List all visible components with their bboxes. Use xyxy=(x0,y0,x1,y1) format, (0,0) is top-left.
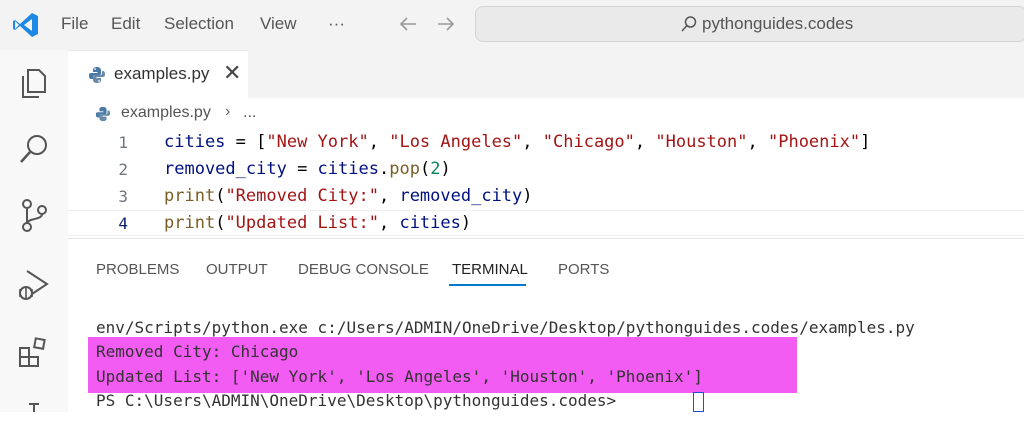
code-text: removed_city = cities.pop(2) xyxy=(164,159,451,179)
tab-problems[interactable]: PROBLEMS xyxy=(96,261,179,278)
vscode-logo-icon xyxy=(13,13,38,37)
terminal-command-line: env/Scripts/python.exe c:/Users/ADMIN/On… xyxy=(96,318,915,337)
menu-edit[interactable]: Edit xyxy=(111,14,140,34)
tab-examples-py[interactable]: examples.py ✕ xyxy=(68,50,248,99)
terminal-prompt: PS C:\Users\ADMIN\OneDrive\Desktop\pytho… xyxy=(96,391,626,410)
run-debug-icon[interactable] xyxy=(15,266,53,304)
menu-file[interactable]: File xyxy=(61,14,88,34)
breadcrumb-file[interactable]: examples.py xyxy=(121,104,211,122)
search-icon xyxy=(681,16,697,32)
activity-bar xyxy=(0,50,68,412)
code-line[interactable]: 1 cities = ["New York", "Los Angeles", "… xyxy=(68,130,1024,156)
command-center-search[interactable]: pythonguides.codes xyxy=(475,6,1024,42)
forward-arrow-icon[interactable] xyxy=(436,15,456,33)
line-number: 3 xyxy=(118,187,128,206)
chevron-right-icon: › xyxy=(225,103,231,120)
python-file-icon xyxy=(95,106,111,122)
line-number: 1 xyxy=(118,133,128,152)
terminal-output-line: Removed City: Chicago xyxy=(96,342,299,361)
breadcrumb-more[interactable]: ... xyxy=(243,104,256,122)
terminal-cursor[interactable] xyxy=(693,392,704,412)
close-icon[interactable]: ✕ xyxy=(223,60,241,86)
menu-view[interactable]: View xyxy=(260,14,297,34)
testing-icon[interactable] xyxy=(15,400,53,438)
back-arrow-icon[interactable] xyxy=(398,15,418,33)
line-number: 4 xyxy=(118,214,128,233)
search-view-icon[interactable] xyxy=(15,130,53,168)
active-tab-indicator xyxy=(449,284,526,286)
menu-selection[interactable]: Selection xyxy=(164,14,234,34)
code-line[interactable]: 3 print("Removed City:", removed_city) xyxy=(68,184,1024,210)
line-number: 2 xyxy=(118,160,128,179)
source-control-icon[interactable] xyxy=(15,196,53,234)
code-text: print("Updated List:", cities) xyxy=(164,213,472,233)
tab-output[interactable]: OUTPUT xyxy=(206,261,268,278)
code-text: print("Removed City:", removed_city) xyxy=(164,186,533,206)
code-text: cities = ["New York", "Los Angeles", "Ch… xyxy=(164,132,871,152)
title-bar: File Edit Selection View ··· pythonguide… xyxy=(0,0,1024,50)
search-text: pythonguides.codes xyxy=(702,14,854,33)
code-line-current[interactable]: 4 print("Updated List:", cities) xyxy=(68,210,1024,236)
code-line[interactable]: 2 removed_city = cities.pop(2) xyxy=(68,157,1024,183)
extensions-icon[interactable] xyxy=(15,334,53,372)
tab-label: examples.py xyxy=(114,64,210,83)
terminal-output-line: Updated List: ['New York', 'Los Angeles'… xyxy=(96,367,703,386)
tab-terminal[interactable]: TERMINAL xyxy=(452,261,528,278)
python-file-icon xyxy=(89,67,105,83)
explorer-icon[interactable] xyxy=(15,64,53,102)
tab-debug-console[interactable]: DEBUG CONSOLE xyxy=(298,261,429,278)
tab-ports[interactable]: PORTS xyxy=(558,261,609,278)
menu-more[interactable]: ··· xyxy=(328,14,345,34)
editor-tabs: examples.py ✕ xyxy=(68,50,1024,99)
